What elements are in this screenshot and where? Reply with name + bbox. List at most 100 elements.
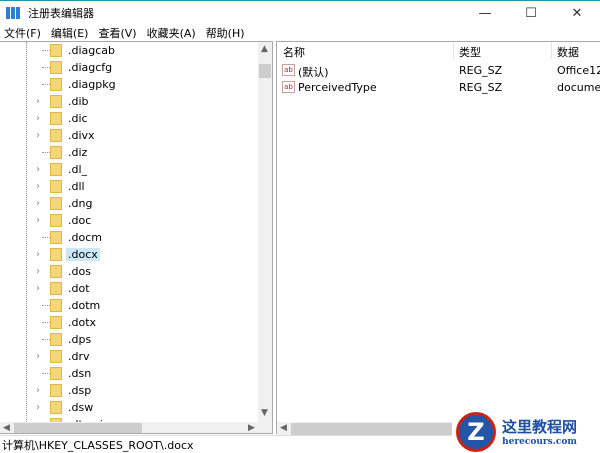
scroll-right-icon[interactable]: ▶ [248,423,255,433]
column-header-name[interactable]: 名称 [283,44,305,60]
tree-item[interactable]: .diagpkg [0,76,258,93]
tree-item[interactable]: › .doc [0,212,258,229]
expand-chevron-icon[interactable]: › [36,215,40,226]
menu-edit[interactable]: 编辑(E) [51,25,89,41]
value-data: Office12. [557,64,600,77]
watermark-logo: Z [456,411,496,452]
scroll-thumb[interactable] [259,64,271,78]
tree-item-label: .diz [68,146,88,159]
tree-connector [42,305,50,306]
string-value-icon: ab [282,64,295,76]
folder-icon [50,401,62,414]
tree-item[interactable]: .dsn [0,365,258,382]
tree-item[interactable]: .docm [0,229,258,246]
tree-item-label: .docx [66,248,100,261]
expand-chevron-icon[interactable]: › [36,198,40,209]
tree-item[interactable]: .diz [0,144,258,161]
tree-item-label: .docm [68,231,102,244]
tree-connector [42,373,50,374]
tree-item-label: .dic [68,112,88,125]
values-pane: 名称 类型 数据 ab (默认) REG_SZ Office12. ab Per… [276,41,600,436]
tree-item[interactable]: › .dot [0,280,258,297]
tree-horizontal-scrollbar[interactable]: ◀ ▶ [0,422,272,433]
tree-vertical-scrollbar[interactable]: ▲ ▼ [258,42,272,422]
tree-item[interactable]: › .dng [0,195,258,212]
expand-chevron-icon[interactable]: › [36,249,40,260]
folder-icon [50,282,62,295]
tree-item[interactable]: .diagcab [0,42,258,59]
tree-item-label: .diagcab [68,44,116,57]
folder-icon [50,316,62,329]
folder-icon [50,146,62,159]
scroll-down-icon[interactable]: ▼ [261,408,268,418]
expand-chevron-icon[interactable]: › [36,283,40,294]
value-name: (默认) [298,66,329,79]
folder-icon [50,95,62,108]
tree-item-label: .drv [68,350,90,363]
tree-item[interactable]: › .drv [0,348,258,365]
tree-item-label: .dib [68,95,89,108]
current-key-path: 计算机\HKEY_CLASSES_ROOT\.docx [2,438,194,452]
tree-item[interactable]: › .divx [0,127,258,144]
tree-item[interactable]: › .dl_ [0,161,258,178]
tree-item[interactable]: › .dic [0,110,258,127]
tree-item[interactable]: › .docx [0,246,258,263]
tree-item[interactable]: › .dsw [0,399,258,416]
tree-item-label: .dot [68,282,90,295]
scroll-up-icon[interactable]: ▲ [261,44,268,54]
scroll-left-icon[interactable]: ◀ [3,423,10,433]
tree-item[interactable]: › .dsp [0,382,258,399]
expand-chevron-icon[interactable]: › [36,96,40,107]
tree-connector [42,237,50,238]
value-row[interactable]: ab (默认) REG_SZ Office12. [277,62,600,79]
value-row[interactable]: ab PerceivedType REG_SZ documer [277,79,600,96]
tree-item-label: .dps [68,333,92,346]
tree-item-label: .doc [68,214,92,227]
tree-connector [42,152,50,153]
maximize-button[interactable]: ☐ [508,1,554,25]
expand-chevron-icon[interactable]: › [36,266,40,277]
folder-icon [50,44,62,57]
tree-connector [42,339,50,340]
value-name: PerceivedType [298,81,377,94]
tree-item[interactable]: .dotx [0,314,258,331]
minimize-button[interactable]: — [462,1,508,25]
menu-view[interactable]: 查看(V) [98,25,136,41]
tree-item[interactable]: › .dos [0,263,258,280]
folder-icon [50,180,62,193]
expand-chevron-icon[interactable]: › [36,181,40,192]
tree-item-label: .dos [68,265,91,278]
tree-item[interactable]: .dotm [0,297,258,314]
tree-item[interactable]: › .dll [0,178,258,195]
expand-chevron-icon[interactable]: › [36,164,40,175]
expand-chevron-icon[interactable]: › [36,113,40,124]
tree-item-label: .diagpkg [68,78,116,91]
expand-chevron-icon[interactable]: › [36,130,40,141]
window-title: 注册表编辑器 [28,7,94,20]
column-header-type[interactable]: 类型 [459,44,481,60]
tree-item[interactable]: .dps [0,331,258,348]
column-divider[interactable] [453,42,454,59]
tree-item-label: .dsw [68,401,94,414]
column-header-data[interactable]: 数据 [557,44,579,60]
close-button[interactable]: ✕ [554,1,600,25]
expand-chevron-icon[interactable]: › [36,402,40,413]
menu-favorites[interactable]: 收藏夹(A) [147,25,196,41]
folder-icon [50,265,62,278]
tree-item-label: .dng [68,197,93,210]
tree-item[interactable]: › .dib [0,93,258,110]
scroll-left-icon[interactable]: ◀ [280,423,287,433]
expand-chevron-icon[interactable]: › [36,385,40,396]
menu-help[interactable]: 帮助(H) [206,25,245,41]
tree-item[interactable]: .diagcfg [0,59,258,76]
scroll-thumb[interactable] [14,423,142,433]
expand-chevron-icon[interactable]: › [36,351,40,362]
column-divider[interactable] [551,42,552,59]
menu-file[interactable]: 文件(F) [4,25,41,41]
value-data: documer [557,81,600,94]
folder-icon [50,384,62,397]
registry-editor-icon [6,7,20,19]
folder-icon [50,231,62,244]
folder-icon [50,197,62,210]
tree-item-label: .divx [68,129,95,142]
